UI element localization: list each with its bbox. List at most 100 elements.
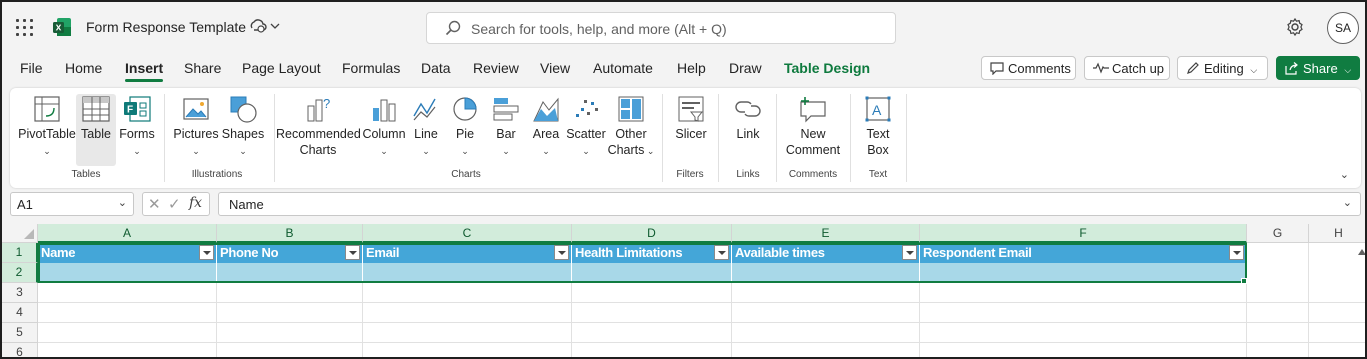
group-text-label: Text <box>868 169 888 180</box>
tab-data[interactable]: Data <box>421 60 451 76</box>
cancel-icon[interactable]: ✕ <box>148 195 161 213</box>
table-header-cell[interactable]: Name <box>38 243 217 263</box>
scatter-chart-icon <box>576 100 598 117</box>
search-box[interactable]: Search for tools, help, and more (Alt + … <box>426 12 896 44</box>
filter-dropdown-icon[interactable] <box>199 245 214 260</box>
other-charts-button[interactable]: Other Charts ⌄ <box>607 94 655 159</box>
table-button[interactable]: Table <box>76 94 116 166</box>
tab-view[interactable]: View <box>540 60 570 76</box>
app-launcher-icon[interactable] <box>16 19 34 37</box>
scroll-up-arrow-icon[interactable] <box>1357 243 1367 359</box>
table-resize-handle[interactable] <box>1241 278 1247 284</box>
new-comment-button[interactable]: New Comment <box>782 94 844 158</box>
user-avatar[interactable]: SA <box>1327 12 1359 44</box>
tab-file[interactable]: File <box>20 60 43 76</box>
insert-function-icon[interactable]: fx <box>189 195 202 211</box>
ribbon-separator <box>164 94 165 182</box>
document-title[interactable]: Form Response Template <box>86 19 246 35</box>
settings-gear-icon[interactable] <box>1285 17 1305 37</box>
table-header-cell[interactable]: Available times <box>732 243 920 263</box>
gridline <box>1308 243 1309 357</box>
formula-value: Name <box>229 197 264 212</box>
line-label: Line <box>414 127 438 141</box>
line-chart-icon <box>413 98 436 121</box>
tab-draw[interactable]: Draw <box>729 60 762 76</box>
column-header-g[interactable]: G <box>1247 224 1309 243</box>
formula-input[interactable]: Name ⌄ <box>218 192 1361 216</box>
chevron-down-icon[interactable]: ⌄ <box>1343 196 1352 209</box>
autosave-status-icon[interactable] <box>249 18 281 37</box>
table-header-cell[interactable]: Phone No <box>217 243 363 263</box>
area-chart-button[interactable]: Area ⌄ <box>528 94 564 159</box>
recommended-charts-icon: ? <box>307 96 330 122</box>
tab-share[interactable]: Share <box>184 60 221 76</box>
filter-dropdown-icon[interactable] <box>1229 245 1244 260</box>
pie-chart-button[interactable]: Pie ⌄ <box>447 94 483 159</box>
column-header-f[interactable]: F <box>920 224 1247 243</box>
filter-dropdown-icon[interactable] <box>554 245 569 260</box>
table-cell[interactable] <box>217 263 363 283</box>
spreadsheet-grid[interactable]: A B C D E F G H 1 2 3 4 5 6 Name Phone N… <box>2 224 1367 359</box>
text-box-button[interactable]: A Text Box <box>860 94 896 158</box>
pivottable-button[interactable]: PivotTable ⌄ <box>16 94 78 159</box>
comments-button[interactable]: Comments <box>981 56 1076 80</box>
scatter-chart-button[interactable]: Scatter ⌄ <box>566 94 606 159</box>
column-header-e[interactable]: E <box>732 224 920 243</box>
pictures-button[interactable]: Pictures ⌄ <box>170 94 222 159</box>
pivottable-label: PivotTable <box>18 127 76 141</box>
filter-dropdown-icon[interactable] <box>345 245 360 260</box>
tab-help[interactable]: Help <box>677 60 706 76</box>
ribbon-expand-chevron-icon[interactable]: ⌄ <box>1340 168 1349 181</box>
table-label: Table <box>81 127 111 141</box>
line-chart-button[interactable]: Line ⌄ <box>408 94 444 159</box>
slicer-button[interactable]: Slicer <box>668 94 714 142</box>
tab-review[interactable]: Review <box>473 60 519 76</box>
forms-button[interactable]: F Forms ⌄ <box>117 94 157 159</box>
table-cell[interactable] <box>363 263 572 283</box>
tab-insert[interactable]: Insert <box>125 60 164 82</box>
column-header-h[interactable]: H <box>1309 224 1365 243</box>
column-header-a[interactable]: A <box>38 224 217 243</box>
row-header-1[interactable]: 1 <box>2 243 38 263</box>
table-header-cell[interactable]: Health Limitations <box>572 243 732 263</box>
enter-check-icon[interactable]: ✓ <box>168 195 181 213</box>
row-header-3[interactable]: 3 <box>2 283 38 303</box>
tab-home[interactable]: Home <box>65 60 102 76</box>
editing-mode-button[interactable]: Editing ⌵ <box>1177 56 1268 80</box>
other-label-1: Other <box>615 127 647 141</box>
catch-up-button[interactable]: Catch up <box>1084 56 1170 80</box>
select-all-corner[interactable] <box>2 224 38 243</box>
table-cell[interactable] <box>572 263 732 283</box>
ribbon-separator <box>274 94 275 182</box>
column-chart-button[interactable]: Column ⌄ <box>360 94 408 159</box>
forms-icon: F <box>124 96 151 122</box>
recommended-charts-button[interactable]: ? Recommended Charts <box>276 94 361 158</box>
table-header-cell[interactable]: Respondent Email <box>920 243 1247 263</box>
link-button[interactable]: Link <box>726 94 770 142</box>
tab-automate[interactable]: Automate <box>593 60 653 76</box>
pie-chart-icon <box>453 97 477 121</box>
row-header-4[interactable]: 4 <box>2 303 38 323</box>
table-cell[interactable] <box>732 263 920 283</box>
tab-page-layout[interactable]: Page Layout <box>242 60 321 76</box>
row-header-6[interactable]: 6 <box>2 343 38 357</box>
column-header-c[interactable]: C <box>363 224 572 243</box>
chevron-down-icon: ⌄ <box>422 146 430 156</box>
share-button[interactable]: Share ⌵ <box>1276 56 1360 80</box>
filter-dropdown-icon[interactable] <box>714 245 729 260</box>
row-header-5[interactable]: 5 <box>2 323 38 343</box>
tab-formulas[interactable]: Formulas <box>342 60 400 76</box>
table-cell[interactable] <box>920 263 1247 283</box>
row-header-2[interactable]: 2 <box>2 263 38 283</box>
bar-label: Bar <box>496 127 516 141</box>
table-header-cell[interactable]: Email <box>363 243 572 263</box>
column-header-d[interactable]: D <box>572 224 732 243</box>
shapes-button[interactable]: Shapes ⌄ <box>218 94 268 159</box>
filter-dropdown-icon[interactable] <box>902 245 917 260</box>
tab-table-design[interactable]: Table Design <box>784 60 870 76</box>
table-cell[interactable] <box>38 263 217 283</box>
chevron-down-icon[interactable]: ⌄ <box>118 196 127 209</box>
name-box[interactable]: A1 ⌄ <box>10 192 134 216</box>
column-header-b[interactable]: B <box>217 224 363 243</box>
bar-chart-button[interactable]: Bar ⌄ <box>488 94 524 159</box>
